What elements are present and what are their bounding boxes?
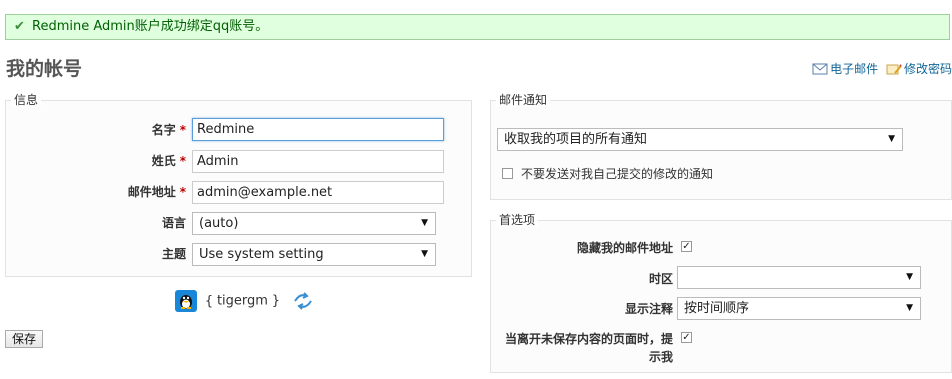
qq-brace-open: {: [204, 293, 214, 309]
contextual-links: 电子邮件 修改密码: [808, 60, 952, 77]
chevron-down-icon: ▼: [906, 303, 913, 313]
firstname-label: 名字 *: [151, 123, 186, 137]
flash-message: Redmine Admin账户成功绑定qq账号。: [32, 19, 269, 34]
qq-penguin-icon[interactable]: [175, 290, 197, 312]
mail-label: 邮件地址 *: [127, 185, 186, 199]
email-link[interactable]: 电子邮件: [812, 62, 882, 76]
lastname-input[interactable]: Admin: [192, 150, 444, 173]
key-icon: [886, 64, 902, 75]
firstname-input[interactable]: Redmine: [192, 118, 444, 141]
no-self-notified-checkbox[interactable]: [502, 168, 513, 179]
unbind-icon[interactable]: [292, 290, 314, 312]
timezone-select[interactable]: ▼: [677, 266, 921, 289]
chevron-down-icon: ▼: [421, 218, 428, 228]
info-legend: 信息: [11, 93, 42, 107]
warn-unsaved-checkbox[interactable]: ✓: [681, 332, 692, 343]
qq-brace-close: }: [271, 293, 281, 309]
change-password-link[interactable]: 修改密码: [886, 62, 952, 76]
chevron-down-icon: ▼: [421, 249, 428, 259]
hide-mail-label: 隐藏我的邮件地址: [576, 241, 673, 255]
flash-notice: ✔ Redmine Admin账户成功绑定qq账号。: [5, 14, 950, 40]
preferences-legend: 首选项: [496, 213, 539, 227]
warn-unsaved-label: 当离开未保存内容的页面时，提 示我: [504, 332, 673, 364]
qq-binding: { tigergm }: [175, 290, 314, 314]
email-icon: [812, 63, 828, 75]
mail-notification-select[interactable]: 收取我的项目的所有通知 ▼: [497, 128, 903, 151]
timezone-label: 时区: [648, 272, 673, 286]
mail-input[interactable]: admin@example.net: [192, 181, 444, 204]
no-self-notified-label: 不要发送对我自己提交的修改的通知: [521, 167, 714, 181]
language-select[interactable]: (auto) ▼: [192, 212, 436, 235]
save-button[interactable]: 保存: [5, 330, 44, 348]
theme-select[interactable]: Use system setting ▼: [192, 243, 436, 266]
language-label: 语言: [161, 216, 186, 230]
lastname-label: 姓氏 *: [151, 154, 186, 168]
comments-sorting-label: 显示注释: [624, 302, 673, 316]
qq-username: tigergm: [216, 293, 268, 309]
comments-sorting-select[interactable]: 按时间顺序 ▼: [677, 297, 921, 320]
chevron-down-icon: ▼: [888, 134, 895, 144]
theme-label: 主题: [161, 247, 186, 261]
chevron-down-icon: ▼: [906, 272, 913, 282]
mail-notification-legend: 邮件通知: [496, 93, 551, 107]
hide-mail-checkbox[interactable]: ✓: [681, 241, 692, 252]
page-title: 我的帐号: [6, 58, 83, 80]
check-icon: ✔: [14, 19, 25, 34]
